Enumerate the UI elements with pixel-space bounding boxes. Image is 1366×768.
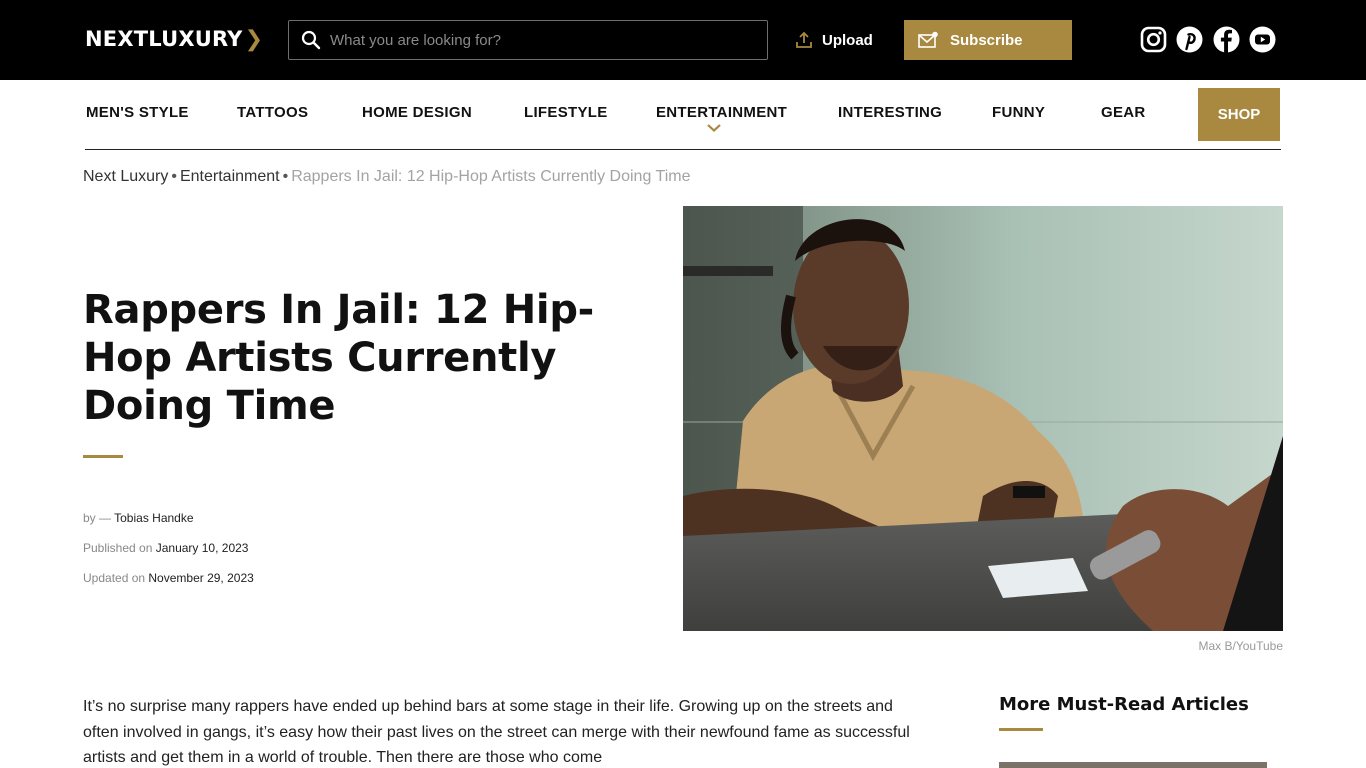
nav-item-entertainment[interactable]: ENTERTAINMENT <box>656 104 787 121</box>
nav-item-home-design[interactable]: HOME DESIGN <box>362 104 472 121</box>
search-input[interactable] <box>330 31 750 49</box>
upload-button[interactable]: Upload <box>795 29 873 51</box>
top-bar: NEXTLUXURY❯ Upload Subscribe <box>0 0 1366 80</box>
search-bar[interactable] <box>288 20 768 60</box>
author-line: by — Tobias Handke <box>83 511 194 525</box>
breadcrumb-link-home[interactable]: Next Luxury <box>83 168 168 185</box>
nav-item-mens-style[interactable]: MEN'S STYLE <box>86 104 189 121</box>
updated-line: Updated on November 29, 2023 <box>83 571 254 585</box>
search-icon[interactable] <box>301 30 321 50</box>
facebook-icon[interactable] <box>1213 26 1240 53</box>
author-prefix: by — <box>83 511 115 525</box>
published-label: Published on <box>83 541 156 555</box>
logo-chevron-icon: ❯ <box>244 26 264 52</box>
nav-item-tattoos[interactable]: TATTOOS <box>237 104 308 121</box>
author-link[interactable]: Tobias Handke <box>114 511 193 525</box>
subscribe-button[interactable]: Subscribe <box>904 20 1072 60</box>
breadcrumb-current: Rappers In Jail: 12 Hip-Hop Artists Curr… <box>291 168 691 185</box>
mail-icon <box>918 31 938 48</box>
nav-item-gear[interactable]: GEAR <box>1101 104 1146 121</box>
site-logo[interactable]: NEXTLUXURY ❯ <box>85 26 263 52</box>
updated-date: November 29, 2023 <box>148 571 254 585</box>
instagram-icon[interactable] <box>1140 26 1167 53</box>
upload-label: Upload <box>822 31 873 49</box>
breadcrumb: Next Luxury • Entertainment • Rappers In Jai… <box>83 168 690 186</box>
subscribe-label: Subscribe <box>950 31 1023 49</box>
breadcrumb-separator: • <box>282 168 289 185</box>
sidebar-article-thumbnail[interactable] <box>999 762 1267 768</box>
updated-label: Updated on <box>83 571 149 585</box>
shop-button[interactable]: SHOP <box>1198 88 1280 141</box>
main-nav: MEN'S STYLE TATTOOS HOME DESIGN LIFESTYL… <box>85 88 1281 150</box>
article-title: Rappers In Jail: 12 Hip-Hop Artists Curr… <box>83 287 594 429</box>
image-caption: Max B/YouTube <box>1198 639 1284 653</box>
breadcrumb-separator: • <box>171 168 177 185</box>
title-divider <box>83 455 123 458</box>
hero-image <box>683 206 1283 631</box>
article-intro: It’s no surprise many rappers have ended… <box>83 698 910 766</box>
chevron-down-icon[interactable] <box>707 124 721 132</box>
sidebar-divider <box>999 728 1043 731</box>
nav-item-funny[interactable]: FUNNY <box>992 104 1045 121</box>
logo-text: NEXTLUXURY <box>85 27 243 51</box>
pinterest-icon[interactable] <box>1176 26 1203 53</box>
upload-icon <box>796 31 812 48</box>
sidebar-title: More Must-Read Articles <box>999 694 1249 715</box>
published-line: Published on January 10, 2023 <box>83 541 248 555</box>
nav-item-lifestyle[interactable]: LIFESTYLE <box>524 104 608 121</box>
published-date: January 10, 2023 <box>155 541 249 555</box>
breadcrumb-link-entertainment[interactable]: Entertainment <box>180 168 280 185</box>
nav-item-interesting[interactable]: INTERESTING <box>838 104 942 121</box>
youtube-icon[interactable] <box>1249 26 1276 53</box>
